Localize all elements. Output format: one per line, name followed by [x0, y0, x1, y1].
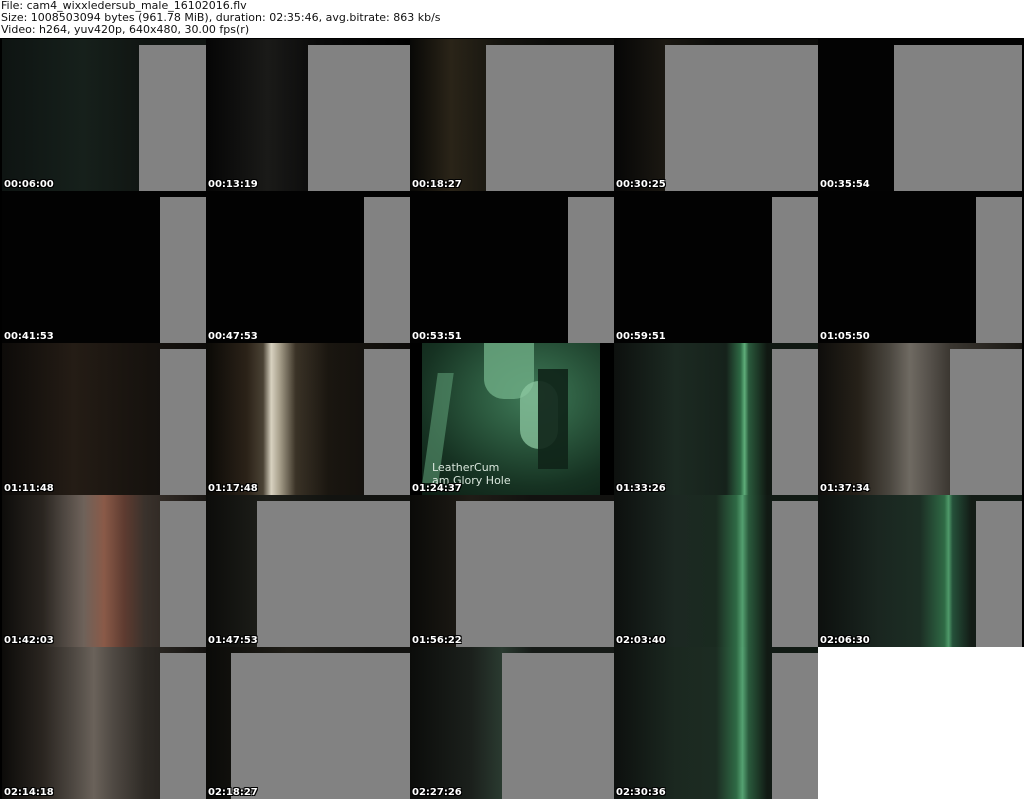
thumbnail-timestamp: 01:24:37 [412, 483, 462, 494]
thumbnail[interactable]: 01:42:03 [2, 495, 206, 647]
thumbnail-timestamp: 00:30:25 [616, 179, 666, 190]
thumbnail-timestamp: 00:47:53 [208, 331, 258, 342]
thumbnail-timestamp: 01:33:26 [616, 483, 666, 494]
thumbnail-timestamp: 01:17:48 [208, 483, 258, 494]
thumbnail-timestamp: 00:06:00 [4, 179, 54, 190]
thumbnail-timestamp: 00:35:54 [820, 179, 870, 190]
thumbnail[interactable]: 00:41:53 [2, 191, 206, 343]
thumbnail[interactable]: 00:30:25 [614, 39, 818, 191]
thumbnail[interactable]: LeatherCum am Glory Hole 01:24:37 [410, 343, 614, 495]
thumbnail-timestamp: 02:30:36 [616, 787, 666, 798]
thumbnail[interactable]: 02:27:26 [410, 647, 614, 799]
thumbnail[interactable]: 01:33:26 [614, 343, 818, 495]
empty-grid-cell [818, 647, 1024, 799]
file-info-header: File: cam4_wixxledersub_male_16102016.fl… [0, 0, 1024, 38]
thumbnail[interactable]: 00:53:51 [410, 191, 614, 343]
thumbnail-timestamp: 01:56:22 [412, 635, 462, 646]
thumbnail[interactable]: 01:17:48 [206, 343, 410, 495]
thumbnail-timestamp: 01:05:50 [820, 331, 870, 342]
thumbnail-timestamp: 02:06:30 [820, 635, 870, 646]
thumbnail-timestamp: 00:53:51 [412, 331, 462, 342]
thumbnail[interactable]: 02:14:18 [2, 647, 206, 799]
video-overlay-text: LeatherCum [432, 461, 500, 474]
thumbnail[interactable]: 02:03:40 [614, 495, 818, 647]
thumbnail[interactable]: 01:56:22 [410, 495, 614, 647]
thumbnail-timestamp: 00:18:27 [412, 179, 462, 190]
thumbnail-timestamp: 00:41:53 [4, 331, 54, 342]
thumbnail[interactable]: 00:18:27 [410, 39, 614, 191]
thumbnail[interactable]: 02:18:27 [206, 647, 410, 799]
thumbnail-grid: 00:06:00 00:13:19 00:18:27 00:30:25 00:3… [0, 38, 1024, 799]
thumbnail-timestamp: 00:13:19 [208, 179, 258, 190]
thumbnail[interactable]: 00:06:00 [2, 39, 206, 191]
thumbnail[interactable]: 00:35:54 [818, 39, 1022, 191]
thumbnail[interactable]: 02:30:36 [614, 647, 818, 799]
thumbnail-timestamp: 00:59:51 [616, 331, 666, 342]
video-info-line: Video: h264, yuv420p, 640x480, 30.00 fps… [1, 23, 250, 36]
thumbnail-timestamp: 02:03:40 [616, 635, 666, 646]
thumbnail[interactable]: 01:37:34 [818, 343, 1022, 495]
thumbnail-timestamp: 02:27:26 [412, 787, 462, 798]
thumbnail-timestamp: 01:47:53 [208, 635, 258, 646]
thumbnail-timestamp: 02:18:27 [208, 787, 258, 798]
thumbnail-timestamp: 01:42:03 [4, 635, 54, 646]
thumbnail-timestamp: 01:11:48 [4, 483, 54, 494]
thumbnail[interactable]: 01:47:53 [206, 495, 410, 647]
thumbnail[interactable]: 02:06:30 [818, 495, 1022, 647]
thumbnail[interactable]: 01:05:50 [818, 191, 1022, 343]
thumbnail-timestamp: 01:37:34 [820, 483, 870, 494]
thumbnail[interactable]: 00:59:51 [614, 191, 818, 343]
thumbnail[interactable]: 00:13:19 [206, 39, 410, 191]
thumbnail[interactable]: 00:47:53 [206, 191, 410, 343]
thumbnail-timestamp: 02:14:18 [4, 787, 54, 798]
thumbnail[interactable]: 01:11:48 [2, 343, 206, 495]
